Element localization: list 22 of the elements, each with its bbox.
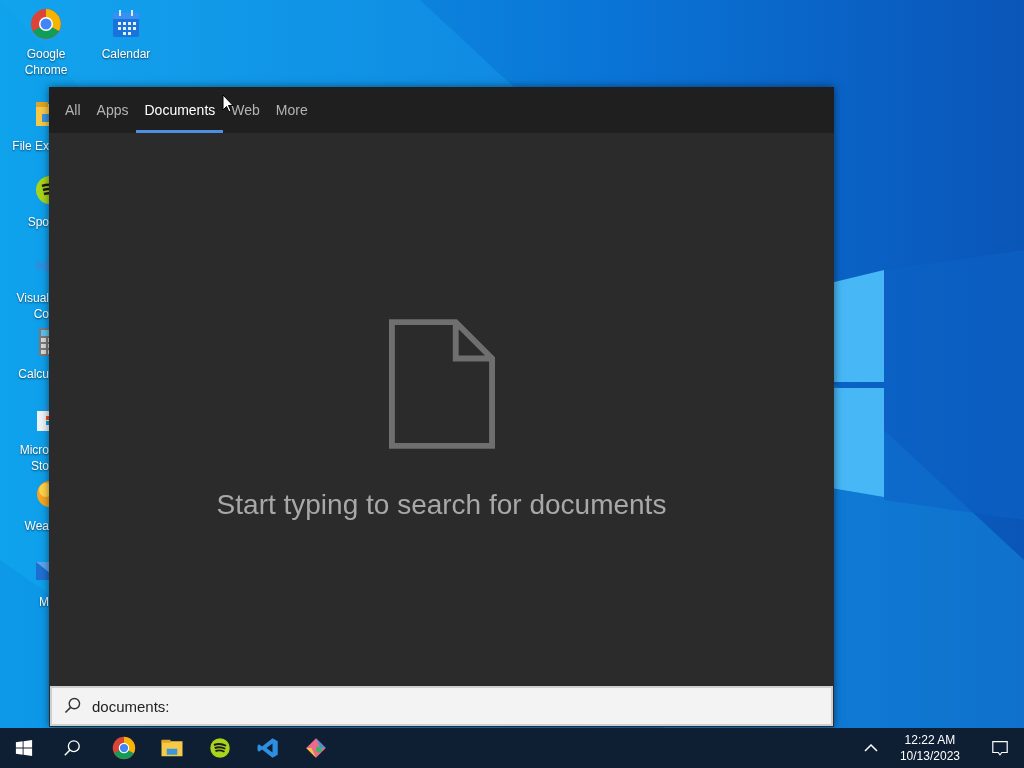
windows-logo-icon bbox=[15, 739, 33, 757]
icon-label: Calcu bbox=[18, 366, 49, 382]
empty-state-message: Start typing to search for documents bbox=[216, 488, 667, 521]
icon-label: Micro Sto bbox=[19, 442, 49, 474]
calendar-icon[interactable] bbox=[110, 8, 142, 40]
icon-label: Spo bbox=[27, 214, 49, 230]
filter-tab[interactable]: More bbox=[267, 87, 316, 133]
icon-label: M bbox=[39, 594, 49, 610]
search-field[interactable]: documents: bbox=[50, 686, 833, 726]
speech-bubble-icon bbox=[991, 739, 1009, 757]
icon-label: File Ex bbox=[12, 138, 49, 154]
search-icon bbox=[63, 739, 81, 757]
filter-tab[interactable]: Web bbox=[223, 87, 268, 133]
icon-label: Calendar bbox=[101, 46, 151, 62]
document-icon bbox=[388, 318, 495, 449]
icon-label: Visual Co bbox=[16, 290, 49, 322]
icon-label: Google Chrome bbox=[24, 46, 68, 78]
icon-label: Wea bbox=[24, 518, 49, 534]
clock[interactable]: 12:22 AM 10/13/2023 bbox=[889, 728, 970, 768]
filter-tab[interactable]: All bbox=[57, 87, 89, 133]
chrome-icon[interactable] bbox=[30, 8, 62, 40]
filter-tab[interactable]: Apps bbox=[88, 87, 137, 133]
